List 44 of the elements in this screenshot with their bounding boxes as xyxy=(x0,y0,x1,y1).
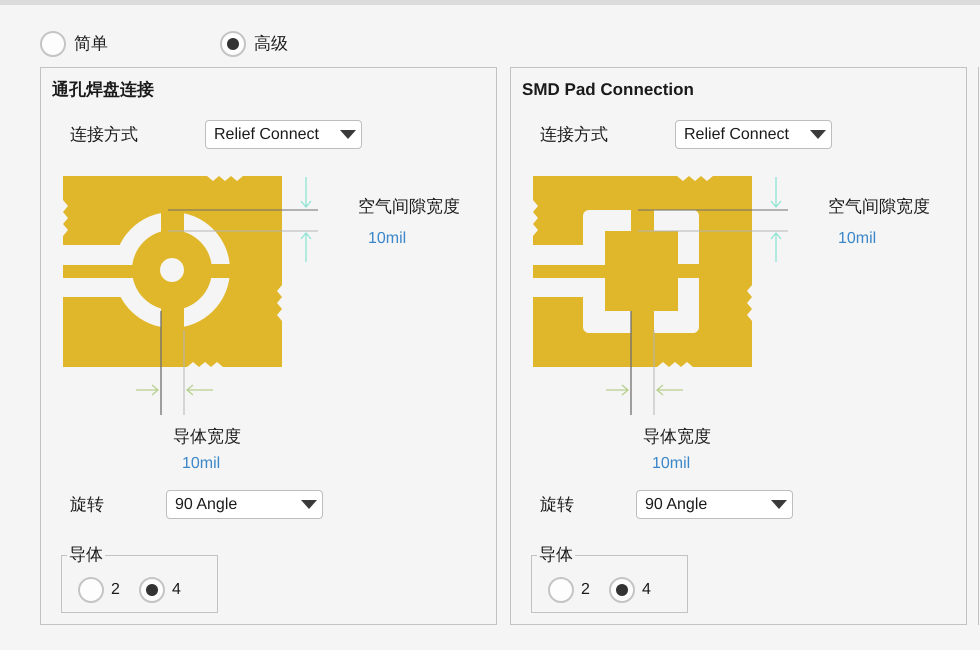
radio-label: 2 xyxy=(581,580,590,600)
panel-title: SMD Pad Connection xyxy=(522,80,695,100)
conductor-width-label: 导体宽度 xyxy=(643,427,711,447)
radio-button[interactable] xyxy=(139,577,165,603)
caret-icon xyxy=(771,500,787,509)
radio-button[interactable] xyxy=(548,577,574,603)
radio-button[interactable] xyxy=(609,577,635,603)
conductor-width-value: 10mil xyxy=(652,454,690,474)
radio-button[interactable] xyxy=(78,577,104,603)
left-arrow-icon xyxy=(186,384,213,396)
field-label: 连接方式 xyxy=(540,124,609,146)
radio-label: 4 xyxy=(172,580,181,600)
field-label: 旋转 xyxy=(70,494,105,516)
conductor-width-label: 导体宽度 xyxy=(173,427,241,447)
down-arrow-icon xyxy=(300,177,312,208)
radio-label: 4 xyxy=(642,580,651,600)
caret-icon xyxy=(340,130,356,139)
caret-icon xyxy=(810,130,826,139)
up-arrow-icon xyxy=(300,232,312,262)
rotation-dropdown[interactable]: 90 Angle xyxy=(166,490,323,519)
group-label: 导体 xyxy=(68,546,104,564)
right-arrow-icon xyxy=(136,384,160,396)
radio-button[interactable] xyxy=(220,31,246,57)
radio-label: 简单 xyxy=(74,33,108,55)
up-arrow-icon xyxy=(770,232,782,262)
connect-style-dropdown[interactable]: Relief Connect xyxy=(205,120,362,149)
air-gap-value: 10mil xyxy=(368,229,406,249)
radio-label: 2 xyxy=(111,580,120,600)
radio-button[interactable] xyxy=(40,31,66,57)
left-arrow-icon xyxy=(656,384,683,396)
group-label: 导体 xyxy=(538,546,574,564)
conductor-width-value: 10mil xyxy=(182,454,220,474)
caret-icon xyxy=(301,500,317,509)
panel-title: 通孔焊盘连接 xyxy=(52,80,155,100)
down-arrow-icon xyxy=(770,177,782,208)
radio-label: 高级 xyxy=(254,33,288,55)
field-label: 连接方式 xyxy=(70,124,139,146)
right-arrow-icon xyxy=(606,384,630,396)
rotation-dropdown[interactable]: 90 Angle xyxy=(636,490,793,519)
connect-style-dropdown[interactable]: Relief Connect xyxy=(675,120,832,149)
air-gap-value: 10mil xyxy=(838,229,876,249)
air-gap-label: 空气间隙宽度 xyxy=(828,197,930,217)
air-gap-label: 空气间隙宽度 xyxy=(358,197,460,217)
field-label: 旋转 xyxy=(540,494,575,516)
